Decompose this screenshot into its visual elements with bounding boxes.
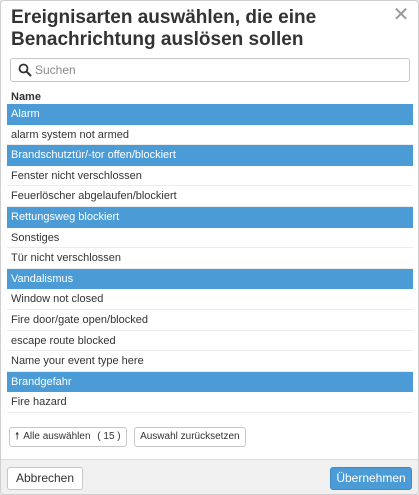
search-box[interactable] bbox=[10, 58, 410, 82]
search-input[interactable] bbox=[35, 59, 405, 81]
event-type-list: Alarm alarm system not armed Brandschutztü… bbox=[7, 104, 413, 413]
list-item[interactable]: Fire door/gate open/blocked bbox=[7, 309, 413, 331]
list-item[interactable]: Brandgefahr bbox=[7, 371, 413, 393]
dialog-footer: Abbrechen Übernehmen bbox=[1, 459, 418, 494]
reset-selection-button[interactable]: Auswahl zurücksetzen bbox=[134, 427, 246, 447]
list-item[interactable]: Sonstiges bbox=[7, 227, 413, 249]
list-item[interactable]: escape route blocked bbox=[7, 330, 413, 352]
list-item[interactable]: Name your event type here bbox=[7, 351, 413, 372]
dialog-title: Ereignisarten auswählen, die eine Benach… bbox=[11, 7, 317, 50]
list-item[interactable]: Fire hazard bbox=[7, 392, 413, 413]
list-item[interactable]: Alarm bbox=[7, 104, 413, 125]
selection-buttons: 🠕 Alle auswählen ( 15 ) Auswahl zurückse… bbox=[9, 427, 249, 447]
dialog-header: Ereignisarten auswählen, die eine Benach… bbox=[1, 1, 418, 53]
list-item[interactable]: Feuerlöscher abgelaufen/blockiert bbox=[7, 186, 413, 207]
list-item[interactable]: Window not closed bbox=[7, 289, 413, 310]
list-item[interactable]: Vandalismus bbox=[7, 268, 413, 290]
apply-button[interactable]: Übernehmen bbox=[330, 467, 412, 490]
select-all-button[interactable]: 🠕 Alle auswählen ( 15 ) bbox=[9, 427, 127, 447]
close-icon[interactable]: ✕ bbox=[391, 5, 411, 25]
cancel-button[interactable]: Abbrechen bbox=[7, 467, 83, 490]
arrow-up-icon: 🠕 bbox=[15, 431, 20, 442]
list-item[interactable]: Rettungsweg blockiert bbox=[7, 206, 413, 228]
list-item[interactable]: alarm system not armed bbox=[7, 124, 413, 146]
column-header-name[interactable]: Name bbox=[11, 91, 41, 103]
list-item[interactable]: Brandschutztür/-tor offen/blockiert bbox=[7, 145, 413, 166]
select-all-count: ( 15 ) bbox=[97, 431, 121, 442]
select-all-label: Alle auswählen bbox=[23, 431, 91, 442]
search-icon bbox=[18, 63, 32, 77]
list-item[interactable]: Fenster nicht verschlossen bbox=[7, 165, 413, 187]
event-type-dialog: Ereignisarten auswählen, die eine Benach… bbox=[0, 0, 419, 495]
list-item[interactable]: Tür nicht verschlossen bbox=[7, 248, 413, 269]
